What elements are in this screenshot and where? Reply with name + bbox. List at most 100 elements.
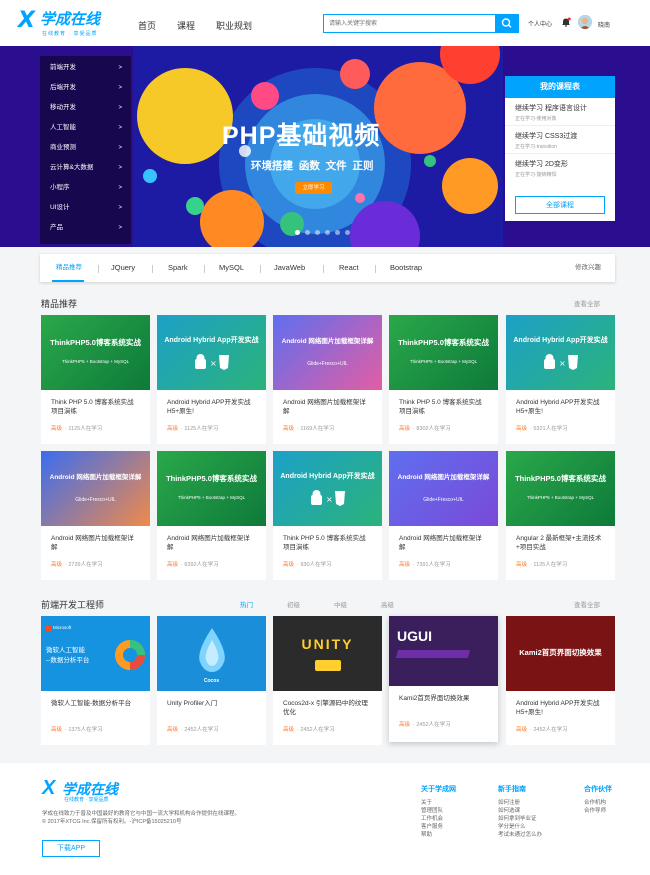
- subtab-hot[interactable]: 热门: [240, 599, 253, 609]
- footer-link[interactable]: 如何选课: [498, 807, 542, 815]
- search-button[interactable]: [495, 14, 519, 33]
- site-logo[interactable]: X 学成在线 在线教育 · 享受品质: [18, 10, 118, 38]
- course-level: 高级: [399, 426, 411, 432]
- course-card[interactable]: Android Hybrid App开发实战 × Android Hybrid …: [157, 315, 266, 444]
- category-item[interactable]: 云计算&大数据 >: [40, 158, 131, 178]
- tab-mysql[interactable]: MySQL: [219, 254, 244, 282]
- download-app-button[interactable]: 下载APP: [42, 840, 100, 857]
- course-card[interactable]: Kami2首页界面切换效果 Android Hybrid APP开发实战 H5+…: [506, 616, 615, 745]
- course-level: 高级: [516, 562, 528, 568]
- banner-dot-3[interactable]: [315, 230, 320, 235]
- course-learners: · 2452人在学习: [413, 722, 451, 728]
- my-course-item[interactable]: 继续学习 程序语言设计 正在学习-使用对象: [505, 98, 615, 126]
- course-card[interactable]: Android Hybrid App开发实战 × Think PHP 5.0 博…: [273, 451, 382, 580]
- footer-link[interactable]: 考试未通过怎么办: [498, 831, 542, 839]
- banner-dot-4[interactable]: [325, 230, 330, 235]
- footer-link[interactable]: 合作导师: [584, 807, 612, 815]
- android-html5-icon: ×: [311, 490, 345, 506]
- thumbnail-title: ThinkPHP5.0博客系统实战: [166, 474, 257, 483]
- course-card[interactable]: ThinkPHP5.0博客系统实战 ThinkPHP5 + Bootstrap …: [506, 451, 615, 580]
- course-meta: 高级 · 1169人在学习: [273, 424, 382, 432]
- course-thumbnail: ThinkPHP5.0博客系统实战 ThinkPHP5 + Bootstrap …: [41, 315, 150, 390]
- logo-slogan: 在线教育 · 享受品质: [42, 31, 98, 37]
- category-item[interactable]: UI设计 >: [40, 198, 131, 218]
- nav-courses[interactable]: 课程: [177, 19, 195, 32]
- course-learners: · 8302人在学习: [413, 426, 451, 432]
- search-box: [323, 14, 519, 33]
- footer-link[interactable]: 如何拿到毕业证: [498, 815, 542, 823]
- thumbnail-title: Cocos: [203, 678, 220, 684]
- footer-link[interactable]: 帮助: [421, 831, 456, 839]
- category-item[interactable]: 小程序 >: [40, 178, 131, 198]
- banner-cta-button[interactable]: 立即学习: [295, 182, 332, 194]
- course-card[interactable]: Android 网络图片加载框架详解 Glide+Fresco+UIL Andr…: [389, 451, 498, 580]
- footer-link[interactable]: 学分是什么: [498, 823, 542, 831]
- category-item[interactable]: 产品 >: [40, 218, 131, 238]
- footer-link[interactable]: 合作机构: [584, 799, 612, 807]
- thumbnail-title: Android 网络图片加载框架详解: [281, 338, 374, 345]
- course-card[interactable]: Android 网络图片加载框架详解 Glide+Fresco+UIL Andr…: [273, 315, 382, 444]
- category-label: 后端开发: [50, 84, 76, 91]
- course-level: 高级: [399, 562, 411, 568]
- tab-javaweb[interactable]: JavaWeb: [274, 254, 305, 282]
- frontend-view-all-link[interactable]: 查看全部: [574, 599, 600, 609]
- course-card[interactable]: Cocos Unity Profiler入门 高级 · 2452人在学习: [157, 616, 266, 745]
- course-name: Android 网络图片加载框架详解: [283, 399, 366, 415]
- category-item[interactable]: 商业预测 >: [40, 138, 131, 158]
- banner-dot-1[interactable]: [295, 230, 300, 235]
- edit-interests-link[interactable]: 修改兴趣: [575, 254, 601, 282]
- featured-view-all-link[interactable]: 查看全部: [574, 298, 600, 308]
- notification-bell-icon[interactable]: [561, 17, 571, 27]
- category-item[interactable]: 人工智能 >: [40, 118, 131, 138]
- my-course-item[interactable]: 继续学习 2D变形 正在学习-旋转精悍: [505, 154, 615, 182]
- search-input[interactable]: [324, 15, 494, 32]
- android-html5-icon: ×: [195, 354, 229, 370]
- tab-spark[interactable]: Spark: [168, 254, 188, 282]
- course-card[interactable]: Android Hybrid App开发实战 × Android Hybrid …: [506, 315, 615, 444]
- course-thumbnail: UNITY: [273, 616, 382, 691]
- tab-bootstrap[interactable]: Bootstrap: [390, 254, 422, 282]
- frontend-section-title: 前端开发工程师: [41, 600, 105, 610]
- course-card[interactable]: UGUI Kami2首页界面切换效果 高级 · 2452人在学习: [389, 616, 498, 742]
- user-avatar[interactable]: [578, 15, 592, 29]
- tab-featured[interactable]: 精品推荐: [56, 254, 82, 282]
- my-course-progress: 正在学习-transition: [515, 144, 557, 150]
- tab-jquery[interactable]: JQuery: [111, 254, 135, 282]
- category-item[interactable]: 后端开发 >: [40, 78, 131, 98]
- subtab-intermediate[interactable]: 中级: [334, 599, 347, 609]
- course-card[interactable]: Android 网络图片加载框架详解 Glide+Fresco+UIL Andr…: [41, 451, 150, 580]
- course-meta: 高级 · 1125人在学习: [41, 424, 150, 432]
- my-course-item[interactable]: 继续学习 CSS3过渡 正在学习-transition: [505, 126, 615, 154]
- banner-dot-2[interactable]: [305, 230, 310, 235]
- banner-dot-5[interactable]: [335, 230, 340, 235]
- subtab-beginner[interactable]: 初级: [287, 599, 300, 609]
- course-card[interactable]: ThinkPHP5.0博客系统实战 ThinkPHP5 + Bootstrap …: [389, 315, 498, 444]
- subtab-advanced[interactable]: 高级: [381, 599, 394, 609]
- footer-link[interactable]: 客户服务: [421, 823, 456, 831]
- footer-link[interactable]: 如何注册: [498, 799, 542, 807]
- course-thumbnail: Android Hybrid App开发实战 ×: [506, 315, 615, 390]
- course-learners: · 1169人在学习: [297, 426, 335, 432]
- category-item[interactable]: 移动开发 >: [40, 98, 131, 118]
- chevron-right-icon: >: [118, 205, 122, 211]
- user-center-link[interactable]: 个人中心: [528, 19, 552, 28]
- course-card[interactable]: Microsoft 微软人工智能 --数据分析平台 微软人工智能-数据分析平台 …: [41, 616, 150, 745]
- nav-home[interactable]: 首页: [138, 19, 156, 32]
- course-card[interactable]: UNITY Cocos2d-x 引擎源码中的纹理优化 高级 · 2452人在学习: [273, 616, 382, 745]
- footer-link[interactable]: 关于: [421, 799, 456, 807]
- course-learners: · 1125人在学习: [65, 426, 103, 432]
- banner-dot-6[interactable]: [345, 230, 350, 235]
- course-card[interactable]: ThinkPHP5.0博客系统实战 ThinkPHP5 + Bootstrap …: [41, 315, 150, 444]
- footer-description: 学成在线致力于普及中国最好的教育它与中国一流大学和机构合作提供在线课程。 © 2…: [42, 810, 292, 826]
- footer-col-partners: 合作伙伴 合作机构 合作导师: [584, 784, 612, 815]
- tab-react[interactable]: React: [339, 254, 359, 282]
- footer-link[interactable]: 工作机会: [421, 815, 456, 823]
- footer-link[interactable]: 管理团队: [421, 807, 456, 815]
- course-card[interactable]: ThinkPHP5.0博客系统实战 ThinkPHP5 + Bootstrap …: [157, 451, 266, 580]
- category-item[interactable]: 前端开发 >: [40, 58, 131, 78]
- all-courses-button[interactable]: 全部课程: [515, 196, 605, 214]
- thumbnail-title: UNITY: [301, 636, 354, 652]
- nav-career[interactable]: 职业规划: [216, 19, 252, 32]
- tab-divider: [323, 265, 324, 273]
- course-thumbnail: UGUI: [389, 616, 498, 686]
